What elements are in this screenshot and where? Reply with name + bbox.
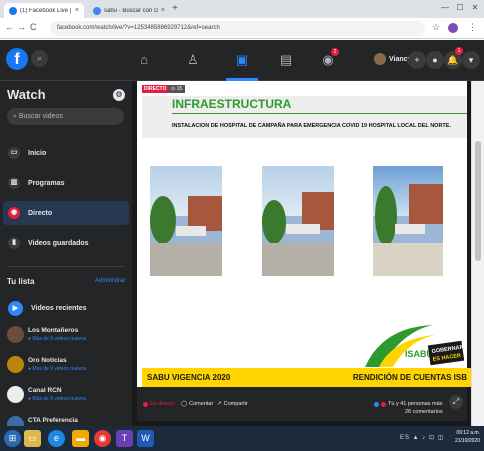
star-icon[interactable]: ☆ [432, 22, 440, 33]
friends-icon[interactable]: ♙ [178, 50, 208, 70]
new-tab-button[interactable]: + [172, 3, 178, 14]
hospital-photo-1 [150, 166, 222, 276]
reactions-summary[interactable]: Tú y 41 personas más [374, 401, 442, 407]
your-list-heading: Tu lista [7, 277, 35, 286]
tab-google-search[interactable]: sabu - Buscar con Google × [88, 3, 170, 18]
live-indicator: En directo [143, 401, 175, 407]
channel-item[interactable]: CTA Preferencia [7, 414, 127, 426]
marketplace-icon[interactable]: ▤ [271, 50, 301, 70]
menu-icon[interactable]: ⋮ [468, 22, 477, 33]
scrollbar[interactable] [471, 81, 484, 426]
like-icon [374, 401, 379, 407]
watch-icon[interactable]: ▣ [227, 50, 257, 70]
browser-tab-bar: (1) Facebook Live | Facebook × sabu - Bu… [0, 0, 484, 18]
divider [7, 266, 125, 267]
viewer-count: ⊙ 15 [168, 85, 186, 93]
channel-item[interactable]: Los Montañeros ● Más de 9 videos nuevos [7, 324, 127, 348]
share-button[interactable]: ↗ Compartir [217, 401, 248, 407]
share-icon: ↗ [217, 401, 222, 407]
channel-item[interactable]: Oro Noticias ● Más de 9 videos nuevos [7, 354, 127, 378]
folder-icon[interactable]: ▬ [72, 430, 89, 447]
expand-icon[interactable]: ⤢ [449, 395, 463, 409]
video-player[interactable]: INFRAESTRUCTURA INSTALACION DE HOSPITAL … [137, 81, 472, 387]
profile-link[interactable]: Viancy [374, 53, 411, 65]
tab-facebook[interactable]: (1) Facebook Live | Facebook × [4, 3, 84, 18]
back-icon[interactable]: ← [5, 22, 14, 32]
chrome-icon[interactable]: ◉ [94, 430, 111, 447]
search-videos-input[interactable]: ⌕ Buscar videos [7, 108, 124, 125]
live-badge: DIRECTO [142, 85, 169, 93]
comment-button[interactable]: ◯ Comentar [181, 401, 213, 407]
reload-icon[interactable]: C [30, 22, 37, 32]
google-favicon-icon [93, 6, 101, 15]
tv-icon: ▭ [8, 147, 20, 159]
facebook-favicon-icon [9, 6, 17, 15]
address-bar-row: ← → C facebook.com/watch/live/?v=1253485… [0, 18, 484, 39]
sidebar-item-programas[interactable]: ▥ Programas [3, 171, 129, 195]
clock[interactable]: 09:12 a.m. 21/10/2020 [450, 429, 480, 445]
avatar [374, 53, 386, 65]
avatar [7, 326, 24, 343]
close-tab-icon[interactable]: × [75, 7, 79, 14]
sidebar-title: Watch [7, 87, 46, 102]
facebook-top-bar: f ⌕ ⌂ ♙ ▣ ▤ ◉ 2 Viancy + ● 🔔 1 ▾ [0, 40, 484, 81]
love-icon [381, 401, 386, 407]
avatar [7, 416, 24, 426]
sidebar-item-inicio[interactable]: ▭ Inicio [3, 141, 129, 165]
word-icon[interactable]: W [137, 430, 154, 447]
bookmark-icon: ▮ [8, 237, 20, 249]
minimize-button[interactable]: — [438, 2, 452, 13]
slide-title-block: INFRAESTRUCTURA INSTALACION DE HOSPITAL … [142, 96, 467, 138]
sidebar-item-videos-recientes[interactable]: ▶ Videos recientes [3, 296, 129, 320]
close-tab-icon[interactable]: × [161, 7, 165, 14]
programs-icon: ▥ [8, 177, 20, 189]
messenger-icon[interactable]: ● [426, 51, 444, 69]
notifications-badge: 1 [455, 47, 463, 55]
slide-subheading: INSTALACION DE HOSPITAL DE CAMPAÑA PARA … [172, 123, 451, 129]
channel-item[interactable]: Canal RCN ● Más de 9 videos nuevos [7, 384, 127, 408]
close-window-button[interactable]: ✕ [468, 2, 482, 13]
sidebar-item-directo[interactable]: ◉ Directo [3, 201, 129, 225]
gear-icon[interactable]: ⚙ [113, 89, 125, 101]
slide-footer-bar: SABU VIGENCIA 2020 RENDICIÓN DE CUENTAS … [142, 368, 472, 387]
hospital-photo-2 [262, 166, 334, 276]
avatar [7, 386, 24, 403]
windows-taskbar: ⊞ ▭ e ▬ ◉ T W ES ▲ ♪ ⊡ ◫ 09:12 a.m. 21/1… [0, 426, 484, 451]
file-explorer-icon[interactable]: ▭ [24, 430, 41, 447]
ie-icon[interactable]: e [48, 430, 65, 447]
footer-left-text: SABU VIGENCIA 2020 [147, 373, 231, 382]
system-tray[interactable]: ES ▲ ♪ ⊡ ◫ [400, 434, 444, 441]
comment-icon: ◯ [181, 401, 188, 407]
play-icon: ▶ [8, 300, 23, 316]
maximize-button[interactable]: ☐ [453, 2, 467, 13]
url-field[interactable]: facebook.com/watch/live/?v=1253485886929… [50, 21, 425, 36]
forward-icon[interactable]: → [17, 22, 26, 32]
create-button[interactable]: + [408, 51, 426, 69]
avatar [7, 356, 24, 373]
comments-count[interactable]: 26 comentarios [405, 409, 443, 415]
search-icon[interactable]: ⌕ [31, 50, 48, 67]
teams-icon[interactable]: T [116, 430, 133, 447]
start-icon[interactable]: ⊞ [4, 430, 21, 447]
home-icon[interactable]: ⌂ [129, 50, 159, 70]
live-icon: ◉ [8, 207, 20, 219]
footer-right-text: RENDICIÓN DE CUENTAS ISB [352, 373, 467, 382]
live-dot-icon [143, 401, 148, 407]
account-menu-icon[interactable]: ▾ [462, 51, 480, 69]
sidebar-item-videos-guardados[interactable]: ▮ Videos guardados [3, 231, 129, 255]
isabu-logo: ISABU GOBERNAR ES HACER [365, 325, 464, 367]
video-actions-bar: En directo ◯ Comentar ↗ Compartir Tú y 4… [137, 387, 467, 421]
slide-heading: INFRAESTRUCTURA [172, 97, 292, 111]
watch-sidebar: Watch ⚙ ⌕ Buscar videos ▭ Inicio ▥ Progr… [0, 81, 132, 426]
profile-avatar[interactable] [448, 23, 458, 33]
facebook-logo[interactable]: f [6, 48, 28, 70]
video-area: INFRAESTRUCTURA INSTALACION DE HOSPITAL … [132, 81, 472, 426]
scrollbar-thumb[interactable] [475, 141, 481, 261]
hospital-photo-3 [373, 166, 443, 276]
divider [172, 113, 467, 114]
groups-badge: 2 [331, 48, 339, 56]
manage-link[interactable]: Administrar [95, 278, 125, 284]
